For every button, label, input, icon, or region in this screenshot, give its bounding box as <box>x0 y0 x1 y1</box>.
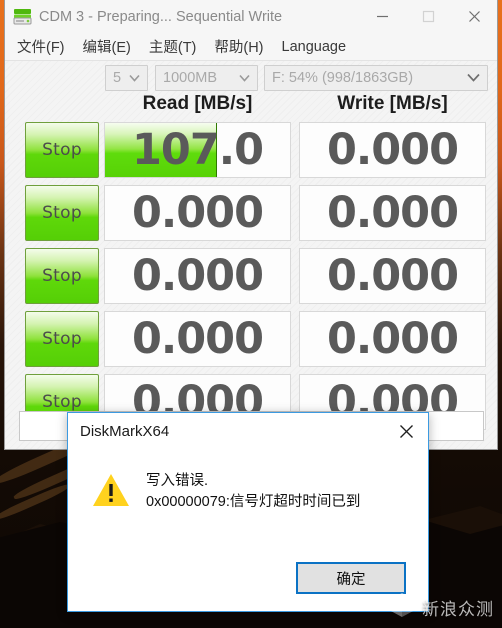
read-value-text-row-1: 107.0 <box>131 125 264 175</box>
dialog-title-bar: DiskMarkX64 <box>68 413 428 449</box>
warning-triangle-icon <box>92 473 130 512</box>
test-size-select[interactable]: 1000MB <box>155 65 258 91</box>
chevron-down-icon <box>129 70 140 86</box>
read-value-row-1: 107.0 <box>104 122 291 178</box>
ok-button[interactable]: 确定 <box>296 562 406 594</box>
result-row: Stop 0.000 0.000 <box>5 311 497 369</box>
dialog-footer: 确定 <box>68 555 428 611</box>
chevron-down-icon <box>467 70 480 86</box>
read-value-row-4: 0.000 <box>104 311 291 367</box>
title-bar: CDM 3 - Preparing... Sequential Write <box>5 0 497 33</box>
write-value-row-1: 0.000 <box>299 122 486 178</box>
write-value-row-2: 0.000 <box>299 185 486 241</box>
read-value-row-2: 0.000 <box>104 185 291 241</box>
menu-item-language[interactable]: Language <box>280 37 349 57</box>
test-size-value: 1000MB <box>163 70 218 86</box>
run-count-select[interactable]: 5 <box>105 65 148 91</box>
stop-button-row-2[interactable]: Stop <box>25 185 99 241</box>
test-settings-row: 5 1000MB F: 54% (998/1863GB) <box>5 62 497 96</box>
result-row: Stop 0.000 0.000 <box>5 185 497 243</box>
dialog-title: DiskMarkX64 <box>80 422 170 440</box>
drive-select[interactable]: F: 54% (998/1863GB) <box>264 65 488 91</box>
error-dialog: DiskMarkX64 写入错误. 0x00000079:信号灯超时时间已到 确… <box>67 412 429 612</box>
dialog-body: 写入错误. 0x00000079:信号灯超时时间已到 <box>68 449 428 513</box>
read-value-text-row-3: 0.000 <box>131 251 264 301</box>
column-header-read: Read [MB/s] <box>142 93 253 114</box>
maximize-button[interactable] <box>405 0 451 33</box>
stop-button-row-3[interactable]: Stop <box>25 248 99 304</box>
dialog-message-line-2: 0x00000079:信号灯超时时间已到 <box>146 494 361 511</box>
result-row: Stop 0.000 0.000 <box>5 248 497 306</box>
dialog-message: 写入错误. 0x00000079:信号灯超时时间已到 <box>146 471 360 513</box>
column-header-write: Write [MB/s] <box>337 93 448 114</box>
write-value-text-row-4: 0.000 <box>326 314 459 364</box>
menu-item-file[interactable]: 文件(F) <box>15 34 67 59</box>
menu-bar: 文件(F) 编辑(E) 主题(T) 帮助(H) Language <box>5 33 497 61</box>
result-row: Stop 107.0 0.000 <box>5 122 497 180</box>
read-value-text-row-2: 0.000 <box>131 188 264 238</box>
minimize-button[interactable] <box>359 0 405 33</box>
disk-drive-icon <box>13 7 32 26</box>
read-value-text-row-4: 0.000 <box>131 314 264 364</box>
write-value-text-row-1: 0.000 <box>326 125 459 175</box>
write-value-row-4: 0.000 <box>299 311 486 367</box>
menu-item-help[interactable]: 帮助(H) <box>212 34 265 59</box>
read-value-row-3: 0.000 <box>104 248 291 304</box>
stop-button-row-1[interactable]: Stop <box>25 122 99 178</box>
menu-item-theme[interactable]: 主题(T) <box>147 34 199 59</box>
write-value-text-row-3: 0.000 <box>326 251 459 301</box>
run-count-value: 5 <box>113 70 122 86</box>
drive-value: F: 54% (998/1863GB) <box>272 70 414 86</box>
chevron-down-icon <box>239 70 250 86</box>
crystaldiskmark-window: CDM 3 - Preparing... Sequential Write 文件… <box>4 0 498 450</box>
menu-item-edit[interactable]: 编辑(E) <box>81 34 133 59</box>
close-button[interactable] <box>451 0 497 33</box>
write-value-row-3: 0.000 <box>299 248 486 304</box>
desktop-screen: CDM 3 - Preparing... Sequential Write 文件… <box>0 0 502 628</box>
dialog-close-icon[interactable] <box>384 413 428 449</box>
stop-button-row-4[interactable]: Stop <box>25 311 99 367</box>
write-value-text-row-2: 0.000 <box>326 188 459 238</box>
window-title: CDM 3 - Preparing... Sequential Write <box>39 8 283 25</box>
window-controls <box>359 0 497 33</box>
dialog-message-line-1: 写入错误. <box>146 473 209 489</box>
